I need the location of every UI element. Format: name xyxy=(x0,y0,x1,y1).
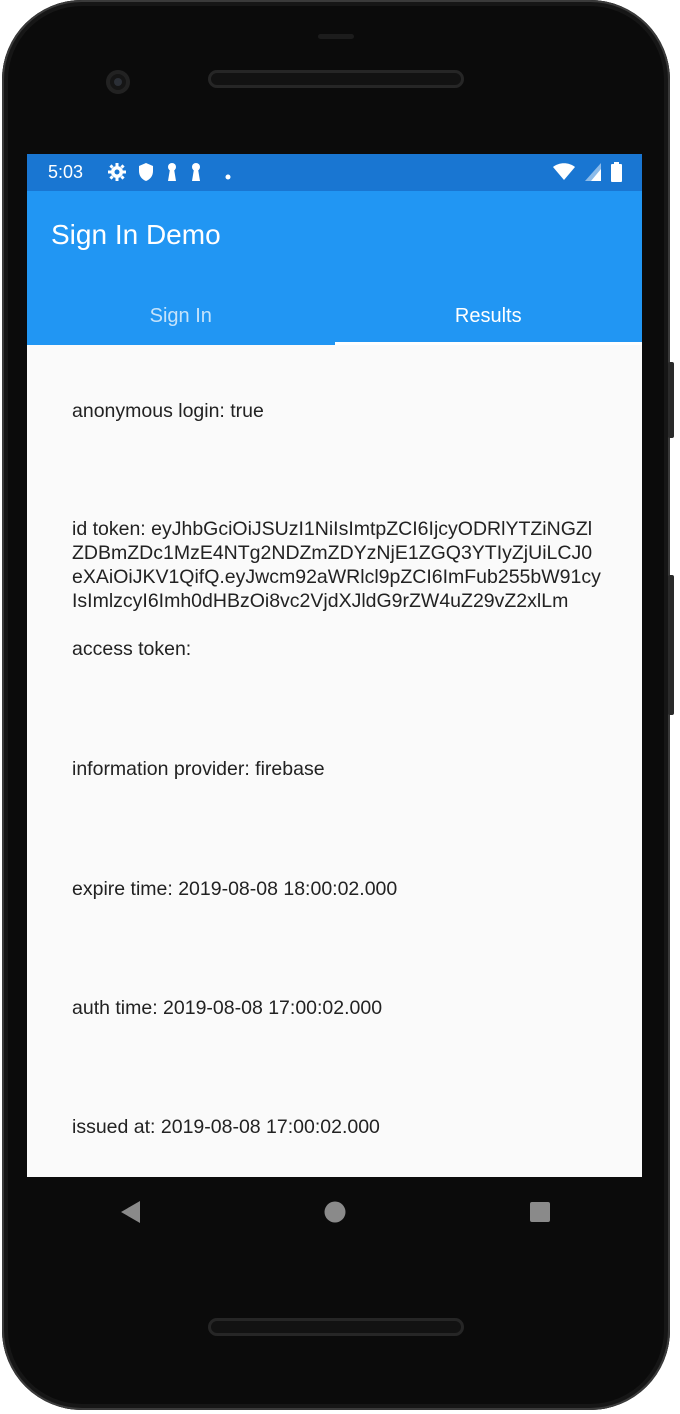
status-bar: 5:03 xyxy=(27,154,642,191)
wifi-icon xyxy=(553,163,575,185)
front-camera xyxy=(106,70,130,94)
power-button xyxy=(668,362,674,438)
recents-button[interactable] xyxy=(520,1192,560,1232)
signal-icon xyxy=(585,163,601,185)
tab-bar: Sign In Results xyxy=(27,287,642,345)
id-token-text: id token: eyJhbGciOiJSUzI1NiIsImtpZCI6Ij… xyxy=(72,518,601,612)
top-notch xyxy=(318,34,354,39)
shield-icon xyxy=(137,162,155,186)
bottom-speaker xyxy=(208,1318,464,1336)
navigation-bar xyxy=(27,1177,642,1247)
battery-icon xyxy=(611,162,622,186)
home-icon xyxy=(324,1201,345,1223)
anonymous-login-text: anonymous login: true xyxy=(72,400,264,422)
status-icons-right xyxy=(553,162,622,186)
back-icon xyxy=(120,1201,140,1223)
recents-icon xyxy=(529,1202,550,1222)
auth-time-text: auth time: 2019-08-08 17:00:02.000 xyxy=(72,997,383,1019)
information-provider-text: information provider: firebase xyxy=(72,758,325,780)
screen: 5:03 Sign In Demo Sign In Results anonym… xyxy=(27,154,642,1177)
app-title: Sign In Demo xyxy=(51,219,221,250)
gear-icon xyxy=(107,162,127,186)
access-token-text: access token: xyxy=(72,638,192,660)
expire-time-text: expire time: 2019-08-08 18:00:02.000 xyxy=(72,878,398,900)
status-time: 5:03 xyxy=(48,162,84,182)
issued-at-text: issued at: 2019-08-08 17:00:02.000 xyxy=(72,1116,380,1138)
volume-button xyxy=(668,575,674,715)
keyhole-icon xyxy=(165,162,179,186)
keyhole-icon xyxy=(189,162,203,186)
home-button[interactable] xyxy=(315,1192,355,1232)
app-bar: Sign In Demo Sign In Results xyxy=(27,191,642,345)
tab-sign-in[interactable]: Sign In xyxy=(27,287,335,345)
dot-icon xyxy=(225,165,231,184)
status-icons-left xyxy=(107,162,231,186)
top-speaker xyxy=(208,70,464,88)
back-button[interactable] xyxy=(110,1192,150,1232)
tab-results[interactable]: Results xyxy=(334,287,643,345)
